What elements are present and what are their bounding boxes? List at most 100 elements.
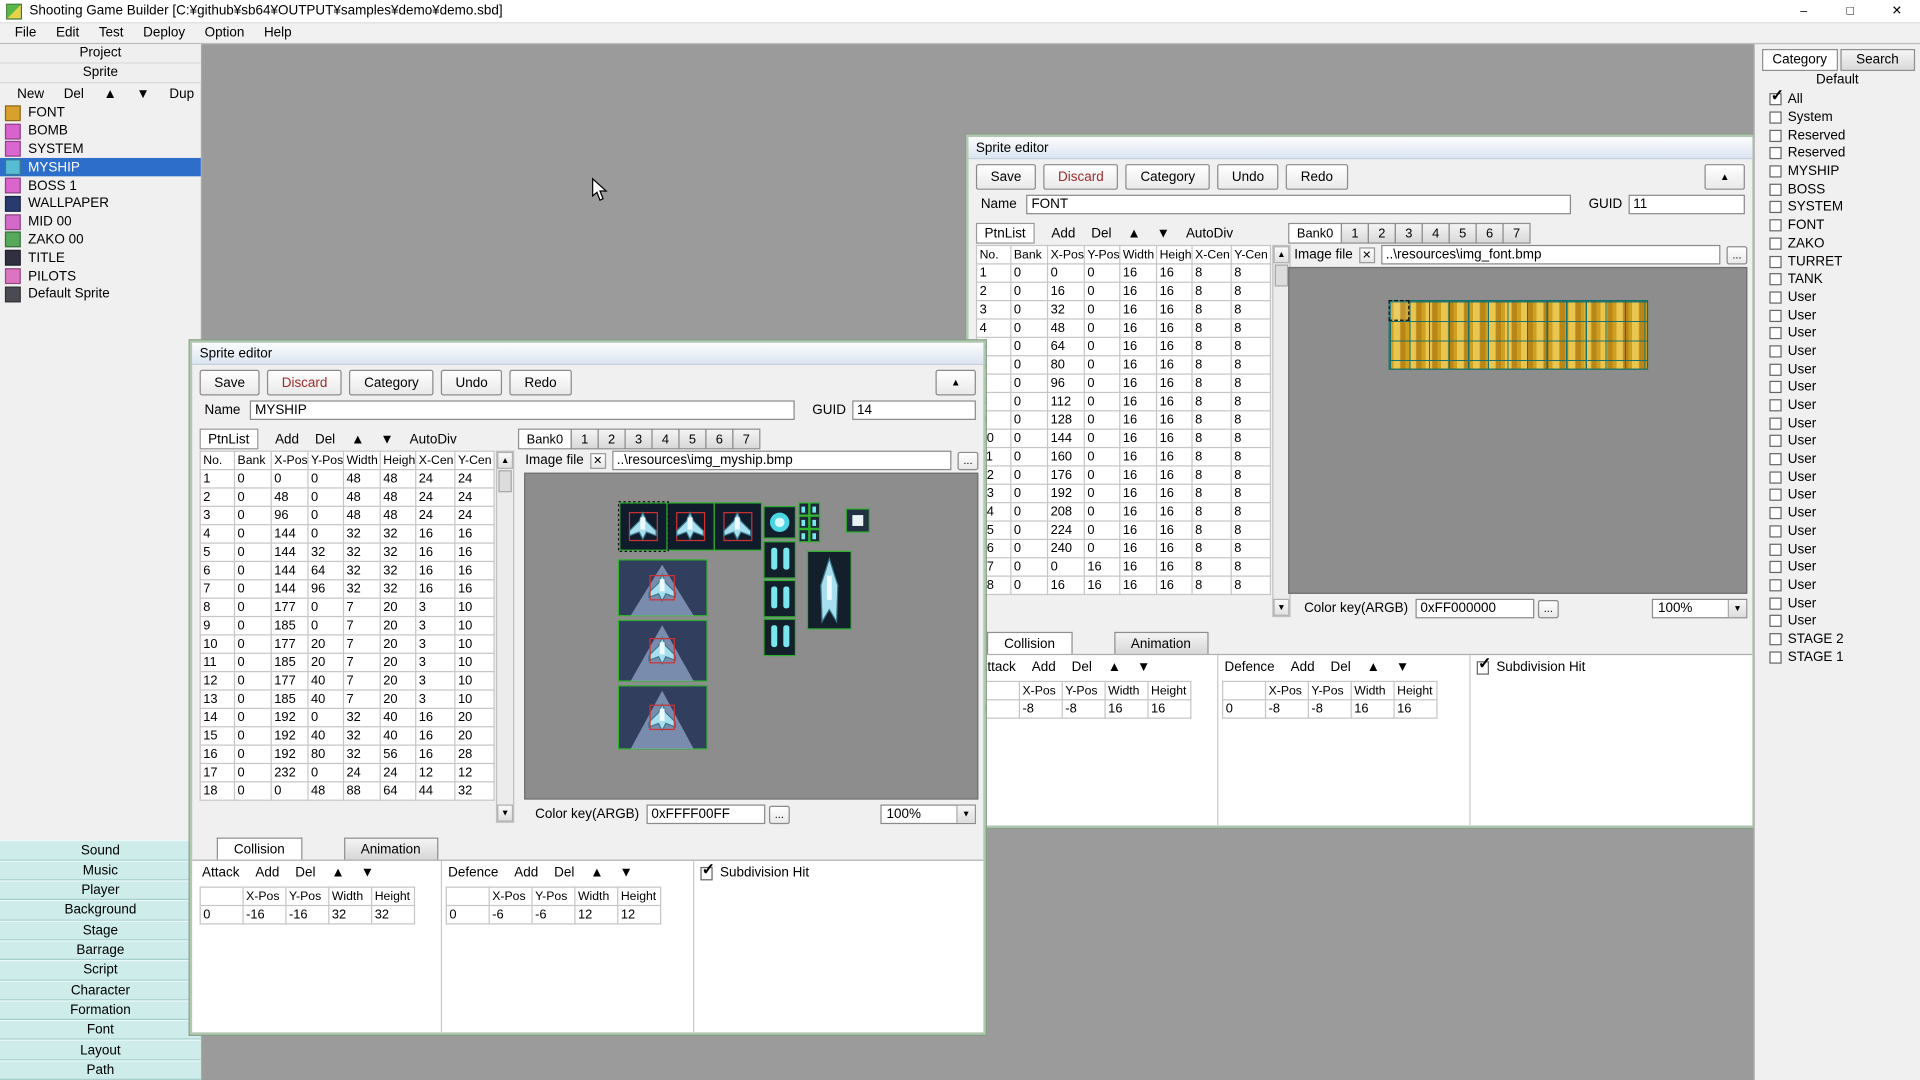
pattern-row[interactable]: 5014432 32321616 [200, 543, 494, 561]
scroll-up-button[interactable]: ▲ [1273, 246, 1289, 263]
attack-toolbar-button[interactable]: Del [1072, 660, 1092, 675]
pattern-row[interactable]: 1301920 161688 [977, 484, 1271, 502]
checkbox[interactable] [1769, 201, 1781, 213]
resource-section-button[interactable]: Music [0, 860, 201, 880]
resource-section-button[interactable]: Sound [0, 841, 201, 861]
checkbox[interactable] [1769, 543, 1781, 555]
checkbox[interactable] [1769, 381, 1781, 393]
name-input[interactable]: MYSHIP [250, 400, 795, 420]
resource-section-button[interactable]: Path [0, 1060, 201, 1080]
category-filter-item[interactable]: System [1755, 109, 1920, 127]
pattern-row[interactable]: 12017740 720310 [200, 672, 494, 690]
checkbox[interactable] [1769, 219, 1781, 231]
checkbox[interactable] [1769, 651, 1781, 663]
pattern-row[interactable]: 401440 32321616 [200, 525, 494, 543]
category-filter-item[interactable]: User [1755, 450, 1920, 468]
sprite-toolbar-button[interactable]: Dup [169, 86, 194, 101]
attack-toolbar-button[interactable]: Del [295, 866, 315, 881]
editor-toolbar-button[interactable]: Redo [510, 370, 572, 396]
bank-tab[interactable]: 2 [1368, 223, 1396, 244]
ptn-toolbar-button[interactable]: Del [1091, 226, 1111, 241]
pattern-row[interactable]: 1001440 161688 [977, 429, 1271, 447]
pattern-row[interactable]: 180048 88644432 [200, 782, 494, 800]
resource-section-button[interactable]: Character [0, 980, 201, 1000]
pattern-row[interactable]: 50640 161688 [977, 337, 1271, 355]
pattern-row[interactable]: 20160 161688 [977, 282, 1271, 300]
sprite-preview-canvas[interactable] [1288, 267, 1747, 594]
category-filter-item[interactable]: User [1755, 324, 1920, 342]
attack-toolbar-button[interactable]: ▼ [1137, 660, 1150, 675]
app-titlebar[interactable]: Shooting Game Builder [C:¥github¥sb64¥OU… [0, 0, 1920, 23]
sprite-list-item[interactable]: WALLPAPER [0, 195, 201, 213]
pattern-row[interactable]: 6014464 32321616 [200, 561, 494, 579]
sprite-editor-titlebar[interactable]: Sprite editor [969, 137, 1753, 159]
sprite-header[interactable]: Sprite [0, 64, 201, 84]
ptn-toolbar-button[interactable]: Del [315, 432, 335, 447]
defence-toolbar-button[interactable]: ▼ [620, 866, 633, 881]
resource-section-button[interactable]: Player [0, 880, 201, 900]
pattern-row[interactable]: 1000 48482424 [200, 470, 494, 488]
category-filter-item[interactable]: User [1755, 576, 1920, 594]
checkbox[interactable] [1769, 399, 1781, 411]
subdivision-hit-checkbox[interactable]: ✓ Subdivision Hit [700, 866, 809, 881]
sprite-list-item[interactable]: PILOTS [0, 267, 201, 285]
category-filter-item[interactable]: User [1755, 342, 1920, 360]
attack-toolbar-button[interactable]: ▼ [361, 866, 374, 881]
bank-tab[interactable]: 1 [571, 429, 599, 450]
checkbox[interactable] [1769, 579, 1781, 591]
sprite-toolbar-button[interactable]: New [17, 86, 44, 101]
minimize-button[interactable]: – [1780, 0, 1827, 22]
category-filter-item[interactable]: BOSS [1755, 181, 1920, 199]
sprite-list-item[interactable]: MID 00 [0, 213, 201, 231]
ptn-toolbar-button[interactable]: Add [275, 432, 299, 447]
checkbox[interactable] [1769, 183, 1781, 195]
browse-colorkey-button[interactable]: ... [769, 805, 790, 823]
checkbox[interactable] [1769, 147, 1781, 159]
pattern-row[interactable]: 1602400 161688 [977, 539, 1271, 557]
pattern-row[interactable]: 170016 161688 [977, 558, 1271, 576]
scroll-thumb[interactable] [498, 470, 511, 492]
editor-toolbar-button[interactable]: Undo [1217, 164, 1279, 190]
ptn-toolbar-button[interactable]: ▼ [1157, 226, 1170, 241]
category-filter-item[interactable]: Reserved [1755, 127, 1920, 145]
editor-toolbar-button[interactable]: Category [349, 370, 433, 396]
defence-row[interactable]: 0-8-81616 [1223, 700, 1437, 718]
pattern-row[interactable]: 20480 48482424 [200, 488, 494, 506]
sprite-list-item[interactable]: Default Sprite [0, 285, 201, 303]
name-input[interactable]: FONT [1027, 195, 1572, 215]
category-filter-item[interactable]: User [1755, 540, 1920, 558]
checkbox[interactable] [1769, 633, 1781, 645]
pattern-row[interactable]: 801120 161688 [977, 392, 1271, 410]
checkbox[interactable] [1769, 291, 1781, 303]
defence-row[interactable]: 0-6-61212 [446, 906, 660, 924]
attack-toolbar-button[interactable]: Add [255, 866, 279, 881]
category-filter-item[interactable]: User [1755, 486, 1920, 504]
ptn-toolbar-button[interactable]: ▲ [1127, 226, 1140, 241]
sprite-editor-titlebar[interactable]: Sprite editor [192, 343, 983, 365]
pattern-row[interactable]: 1101600 161688 [977, 448, 1271, 466]
scroll-up-button[interactable]: ▲ [497, 452, 513, 469]
sprite-editor-window-font[interactable]: Sprite editor SaveDiscardCategoryUndoRed… [966, 135, 1755, 828]
category-filter-item[interactable]: User [1755, 288, 1920, 306]
editor-toolbar-button[interactable]: Undo [441, 370, 503, 396]
sprite-toolbar-button[interactable]: ▼ [136, 86, 149, 101]
resource-section-button[interactable]: Background [0, 900, 201, 920]
image-path-input[interactable]: ..\resources\img_font.bmp [1381, 245, 1721, 265]
color-key-input[interactable]: 0xFF000000 [1415, 599, 1534, 619]
bank-tab[interactable]: 6 [1476, 223, 1504, 244]
category-filter-item[interactable]: User [1755, 414, 1920, 432]
defence-toolbar-button[interactable]: Del [554, 866, 574, 881]
maximize-button[interactable]: □ [1827, 0, 1874, 22]
clear-image-button[interactable]: ✕ [590, 452, 606, 468]
subdivision-hit-checkbox[interactable]: ✓ Subdivision Hit [1477, 660, 1586, 675]
editor-toolbar-button[interactable]: Redo [1286, 164, 1348, 190]
checkbox[interactable] [1769, 111, 1781, 123]
category-filter-item[interactable]: TANK [1755, 270, 1920, 288]
bank-tab[interactable]: 6 [705, 429, 733, 450]
checkbox[interactable] [1769, 309, 1781, 321]
table-scrollbar[interactable]: ▲ ▼ [496, 451, 514, 823]
category-filter-item[interactable]: User [1755, 468, 1920, 486]
category-panel-tab[interactable]: Category [1762, 49, 1837, 71]
collapse-button[interactable]: ▲ [1704, 164, 1744, 190]
resource-section-button[interactable]: Layout [0, 1040, 201, 1060]
